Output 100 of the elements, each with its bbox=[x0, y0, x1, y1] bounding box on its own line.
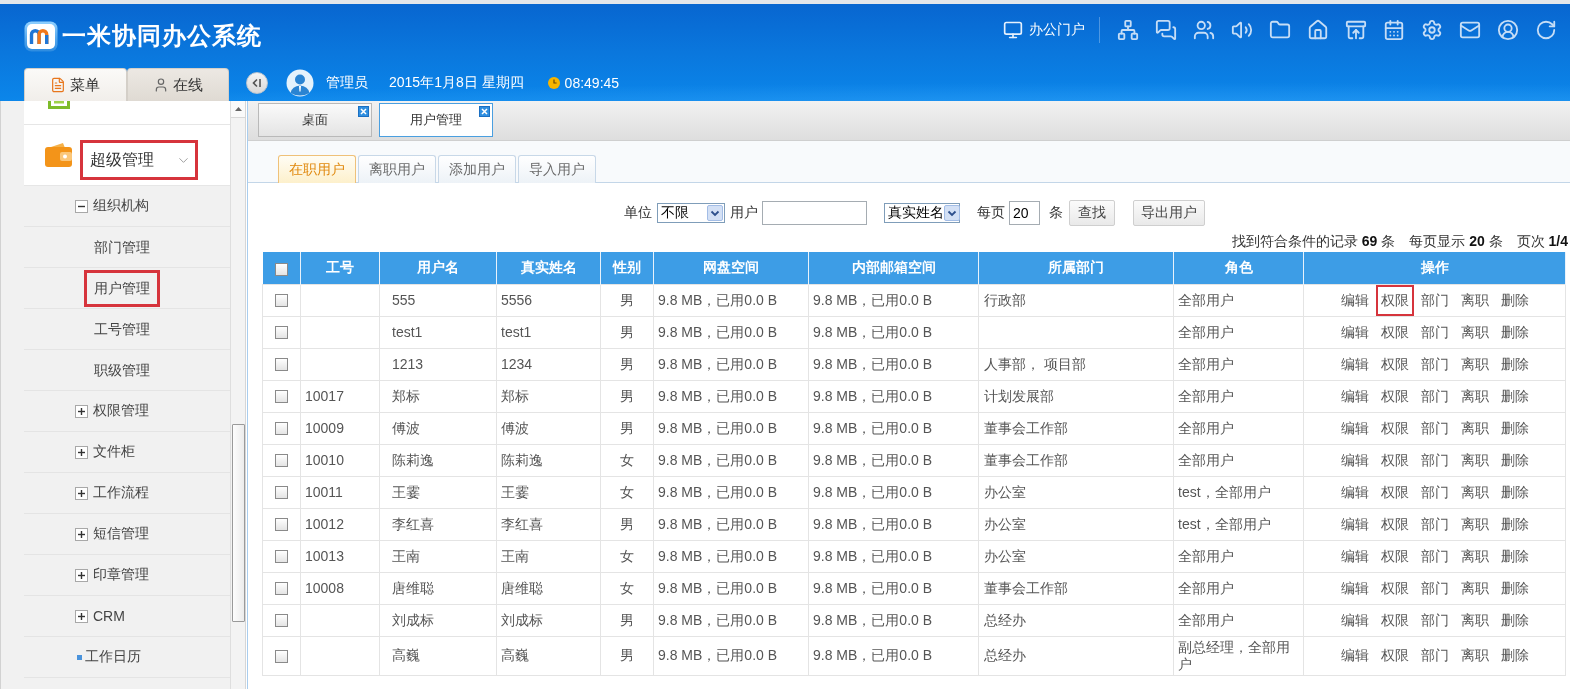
subtab[interactable]: 导入用户 bbox=[518, 155, 596, 183]
scroll-up-button[interactable] bbox=[231, 101, 245, 118]
action-link[interactable]: 权限 bbox=[1375, 381, 1414, 411]
action-link[interactable]: 离职 bbox=[1455, 381, 1494, 411]
user-input[interactable] bbox=[762, 201, 867, 225]
subtab[interactable]: 添加用户 bbox=[438, 155, 516, 183]
action-link[interactable]: 部门 bbox=[1415, 573, 1454, 603]
close-icon[interactable] bbox=[479, 106, 490, 117]
row-checkbox[interactable] bbox=[275, 358, 288, 372]
menu-item[interactable]: 工作流程 bbox=[93, 484, 149, 502]
action-link[interactable]: 删除 bbox=[1495, 381, 1534, 411]
row-checkbox[interactable] bbox=[275, 518, 288, 532]
row-checkbox[interactable] bbox=[275, 649, 288, 663]
menu-item[interactable]: 印章管理 bbox=[93, 566, 149, 584]
action-link[interactable]: 离职 bbox=[1455, 445, 1494, 475]
collapse-button[interactable] bbox=[246, 72, 268, 94]
action-link[interactable]: 编辑 bbox=[1335, 605, 1374, 635]
menu-item[interactable]: 短信管理 bbox=[93, 525, 149, 543]
menu-item[interactable]: 职级管理 bbox=[84, 351, 160, 389]
action-link[interactable]: 部门 bbox=[1415, 285, 1454, 315]
action-link[interactable]: 权限 bbox=[1375, 285, 1414, 315]
action-link[interactable]: 部门 bbox=[1415, 381, 1454, 411]
row-checkbox[interactable] bbox=[275, 326, 288, 340]
action-link[interactable]: 权限 bbox=[1375, 573, 1414, 603]
menu-item[interactable]: 权限管理 bbox=[93, 402, 149, 420]
menu-group-toggle[interactable]: 超级管理 bbox=[80, 140, 198, 180]
speaker-icon[interactable] bbox=[1231, 19, 1253, 41]
action-link[interactable]: 编辑 bbox=[1335, 381, 1374, 411]
action-link[interactable]: 离职 bbox=[1455, 477, 1494, 507]
search-button[interactable]: 查找 bbox=[1069, 200, 1115, 226]
menu-item[interactable]: 工号管理 bbox=[84, 310, 160, 348]
row-checkbox[interactable] bbox=[275, 614, 288, 628]
action-link[interactable]: 删除 bbox=[1495, 541, 1534, 571]
action-link[interactable]: 权限 bbox=[1375, 413, 1414, 443]
action-link[interactable]: 权限 bbox=[1375, 640, 1414, 671]
row-checkbox[interactable] bbox=[275, 422, 288, 436]
action-link[interactable]: 部门 bbox=[1415, 349, 1454, 379]
field-select[interactable]: 真实姓名 bbox=[884, 203, 960, 223]
calendar-icon[interactable] bbox=[1383, 19, 1405, 41]
menu-item[interactable]: 用户管理 bbox=[84, 269, 160, 307]
action-link[interactable]: 离职 bbox=[1455, 509, 1494, 539]
action-link[interactable]: 删除 bbox=[1495, 573, 1534, 603]
action-link[interactable]: 部门 bbox=[1415, 509, 1454, 539]
action-link[interactable]: 离职 bbox=[1455, 640, 1494, 671]
row-checkbox[interactable] bbox=[275, 294, 288, 308]
action-link[interactable]: 删除 bbox=[1495, 285, 1534, 315]
action-link[interactable]: 部门 bbox=[1415, 640, 1454, 671]
action-link[interactable]: 离职 bbox=[1455, 541, 1494, 571]
chat-icon[interactable] bbox=[1155, 19, 1177, 41]
plus-box-icon[interactable] bbox=[75, 404, 88, 418]
action-link[interactable]: 删除 bbox=[1495, 477, 1534, 507]
close-icon[interactable] bbox=[358, 106, 369, 117]
action-link[interactable]: 删除 bbox=[1495, 413, 1534, 443]
plus-box-icon[interactable] bbox=[75, 445, 88, 459]
action-link[interactable]: 离职 bbox=[1455, 285, 1494, 315]
portal-link[interactable]: 办公门户 bbox=[1003, 20, 1085, 40]
menu-item[interactable]: 组织机构 bbox=[93, 197, 149, 215]
action-link[interactable]: 离职 bbox=[1455, 317, 1494, 347]
action-link[interactable]: 编辑 bbox=[1335, 317, 1374, 347]
page-tab[interactable]: 桌面 bbox=[258, 103, 372, 137]
action-link[interactable]: 部门 bbox=[1415, 445, 1454, 475]
action-link[interactable]: 权限 bbox=[1375, 477, 1414, 507]
action-link[interactable]: 删除 bbox=[1495, 317, 1534, 347]
action-link[interactable]: 编辑 bbox=[1335, 413, 1374, 443]
action-link[interactable]: 删除 bbox=[1495, 349, 1534, 379]
mail-icon[interactable] bbox=[1459, 19, 1481, 41]
action-link[interactable]: 离职 bbox=[1455, 573, 1494, 603]
action-link[interactable]: 部门 bbox=[1415, 605, 1454, 635]
action-link[interactable]: 部门 bbox=[1415, 317, 1454, 347]
user-circle-icon[interactable] bbox=[1497, 19, 1519, 41]
users-icon[interactable] bbox=[1193, 19, 1215, 41]
row-checkbox[interactable] bbox=[275, 486, 288, 500]
action-link[interactable]: 权限 bbox=[1375, 349, 1414, 379]
export-button[interactable]: 导出用户 bbox=[1133, 200, 1205, 226]
menu-item[interactable]: 文件柜 bbox=[93, 443, 135, 461]
action-link[interactable]: 部门 bbox=[1415, 413, 1454, 443]
row-checkbox[interactable] bbox=[275, 582, 288, 596]
action-link[interactable]: 权限 bbox=[1375, 509, 1414, 539]
menu-item[interactable]: 工作日历 bbox=[85, 648, 141, 666]
action-link[interactable]: 删除 bbox=[1495, 640, 1534, 671]
home-icon[interactable] bbox=[1307, 19, 1329, 41]
action-link[interactable]: 部门 bbox=[1415, 477, 1454, 507]
folder-icon[interactable] bbox=[1269, 19, 1291, 41]
plus-box-icon[interactable] bbox=[75, 486, 88, 500]
action-link[interactable]: 离职 bbox=[1455, 605, 1494, 635]
minus-box-icon[interactable] bbox=[75, 199, 88, 213]
sidebar-tab[interactable]: 在线 bbox=[126, 68, 229, 101]
action-link[interactable]: 编辑 bbox=[1335, 477, 1374, 507]
plus-box-icon[interactable] bbox=[75, 609, 88, 623]
row-checkbox[interactable] bbox=[275, 454, 288, 468]
action-link[interactable]: 权限 bbox=[1375, 317, 1414, 347]
action-link[interactable]: 编辑 bbox=[1335, 445, 1374, 475]
row-checkbox[interactable] bbox=[275, 390, 288, 404]
scrollbar-thumb[interactable] bbox=[232, 424, 245, 622]
action-link[interactable]: 编辑 bbox=[1335, 541, 1374, 571]
per-page-input[interactable]: 20 bbox=[1009, 201, 1040, 225]
action-link[interactable]: 编辑 bbox=[1335, 509, 1374, 539]
action-link[interactable]: 离职 bbox=[1455, 349, 1494, 379]
unit-select[interactable]: 不限 bbox=[657, 203, 725, 223]
settings-icon[interactable] bbox=[1421, 19, 1443, 41]
